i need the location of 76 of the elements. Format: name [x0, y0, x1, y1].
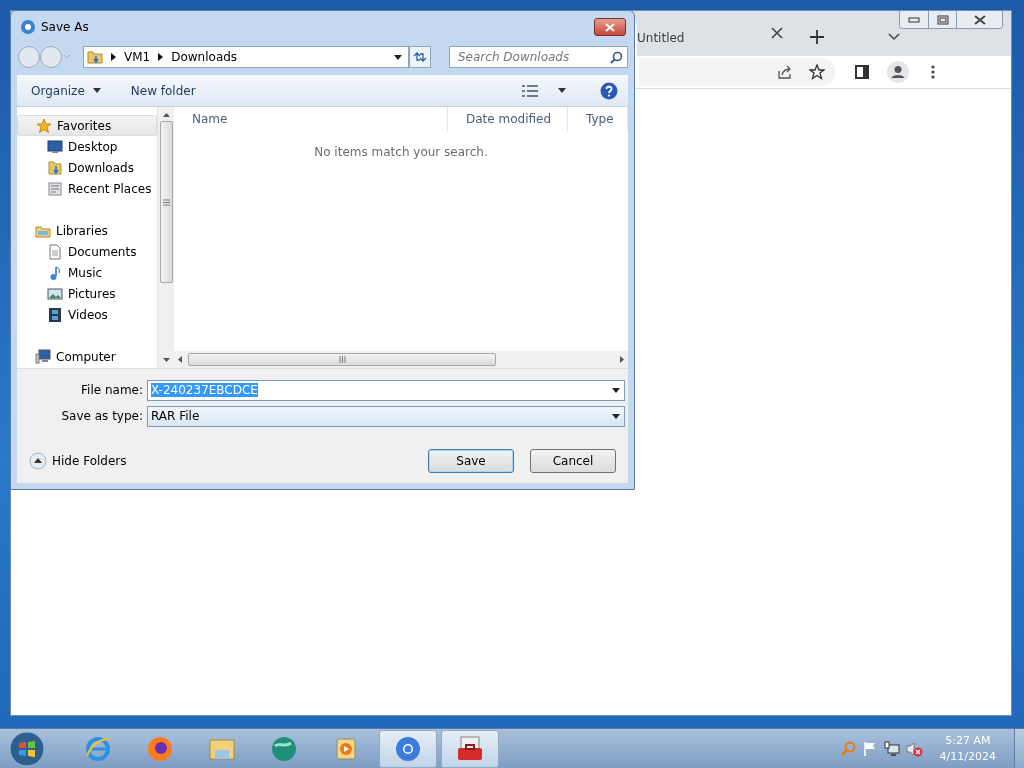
star-icon[interactable] — [809, 64, 825, 80]
document-icon — [47, 243, 63, 260]
dialog-button[interactable]: Cancel — [530, 449, 616, 473]
field-label: Save as type: — [60, 408, 144, 425]
close-button[interactable] — [956, 11, 1002, 28]
computer-icon — [35, 348, 51, 365]
column-header[interactable]: Type — [568, 107, 628, 131]
restore-icon — [936, 14, 949, 25]
field-value: X-240237EBCDCE — [151, 383, 258, 397]
chevron-icon[interactable] — [111, 53, 116, 61]
close-icon — [973, 14, 986, 25]
column-header[interactable]: Date modified — [448, 107, 568, 131]
side-panel-icon[interactable] — [855, 65, 869, 79]
taskbar-button[interactable] — [441, 729, 499, 768]
tab-title: Untitled — [637, 29, 685, 47]
nav-item[interactable]: Computer — [17, 346, 157, 367]
search-icon[interactable] — [610, 51, 623, 64]
breadcrumb-item[interactable]: VM1 — [124, 48, 151, 66]
scroll-left-icon[interactable] — [178, 356, 182, 363]
new-tab-icon[interactable] — [810, 30, 824, 44]
search-field[interactable]: Search Downloads — [449, 46, 628, 68]
scroll-up-icon[interactable] — [162, 113, 170, 117]
close-icon[interactable] — [771, 27, 783, 39]
share-icon[interactable] — [777, 64, 793, 80]
window-title: Save As — [41, 19, 89, 36]
refresh-icon — [413, 51, 427, 63]
star-icon — [36, 117, 52, 134]
field-label: File name: — [80, 382, 144, 399]
monitor-icon — [47, 138, 63, 155]
nav-item[interactable]: Videos — [17, 304, 157, 325]
maximize-button[interactable] — [928, 11, 956, 28]
start-button[interactable] — [9, 730, 45, 767]
chrome-icon — [21, 20, 35, 34]
show-desktop-button[interactable] — [1014, 728, 1024, 768]
scrollbar-thumb[interactable] — [159, 121, 173, 283]
nav-item[interactable]: Documents — [17, 241, 157, 262]
taskbar-button[interactable] — [379, 729, 437, 768]
nav-item[interactable]: Downloads — [17, 157, 157, 178]
caret-icon[interactable] — [612, 413, 620, 419]
scroll-down-icon[interactable] — [162, 358, 170, 362]
nav-item[interactable]: Libraries — [17, 220, 157, 241]
nav-item[interactable]: Desktop — [17, 136, 157, 157]
caret-icon[interactable] — [612, 387, 620, 393]
nav-item[interactable]: Music — [17, 262, 157, 283]
view-icon[interactable] — [522, 84, 538, 97]
nav-item[interactable]: Favorites — [17, 115, 157, 136]
address-field[interactable]: VM1 Downloads — [83, 46, 409, 68]
chevron-icon[interactable] — [888, 33, 900, 41]
collapse-icon[interactable] — [29, 452, 47, 470]
picture-icon — [47, 285, 63, 302]
dialog-button[interactable]: Save — [428, 449, 514, 473]
profile-icon[interactable] — [887, 61, 909, 83]
column-header[interactable]: Name — [174, 107, 448, 131]
close-button[interactable] — [594, 18, 626, 36]
scroll-right-icon[interactable] — [620, 356, 624, 363]
hide-folders-link[interactable]: Hide Folders — [52, 452, 127, 470]
empty-message: No items match your search. — [313, 144, 489, 161]
nav-item[interactable]: Pictures — [17, 283, 157, 304]
refresh-button[interactable] — [409, 46, 431, 68]
scrollbar-thumb[interactable] — [188, 353, 496, 366]
menu-icon[interactable] — [931, 65, 935, 79]
minimize-icon — [908, 16, 920, 23]
breadcrumb-item[interactable]: Downloads — [171, 48, 238, 66]
chevron-icon[interactable] — [158, 53, 164, 61]
help-icon[interactable] — [600, 81, 618, 100]
minimize-button[interactable] — [900, 11, 928, 28]
muted-speaker-icon[interactable] — [905, 740, 924, 757]
toolbar-button[interactable]: Organize — [31, 81, 101, 100]
network-icon[interactable] — [883, 740, 900, 757]
file-type-dropdown[interactable]: RAR File — [147, 405, 625, 427]
caret-icon — [92, 88, 101, 93]
close-icon — [605, 22, 615, 32]
toolbar-button[interactable]: New folder — [130, 81, 196, 100]
caret-icon[interactable] — [558, 88, 566, 93]
film-icon — [47, 306, 63, 323]
nav-item[interactable]: Recent Places — [17, 178, 157, 199]
